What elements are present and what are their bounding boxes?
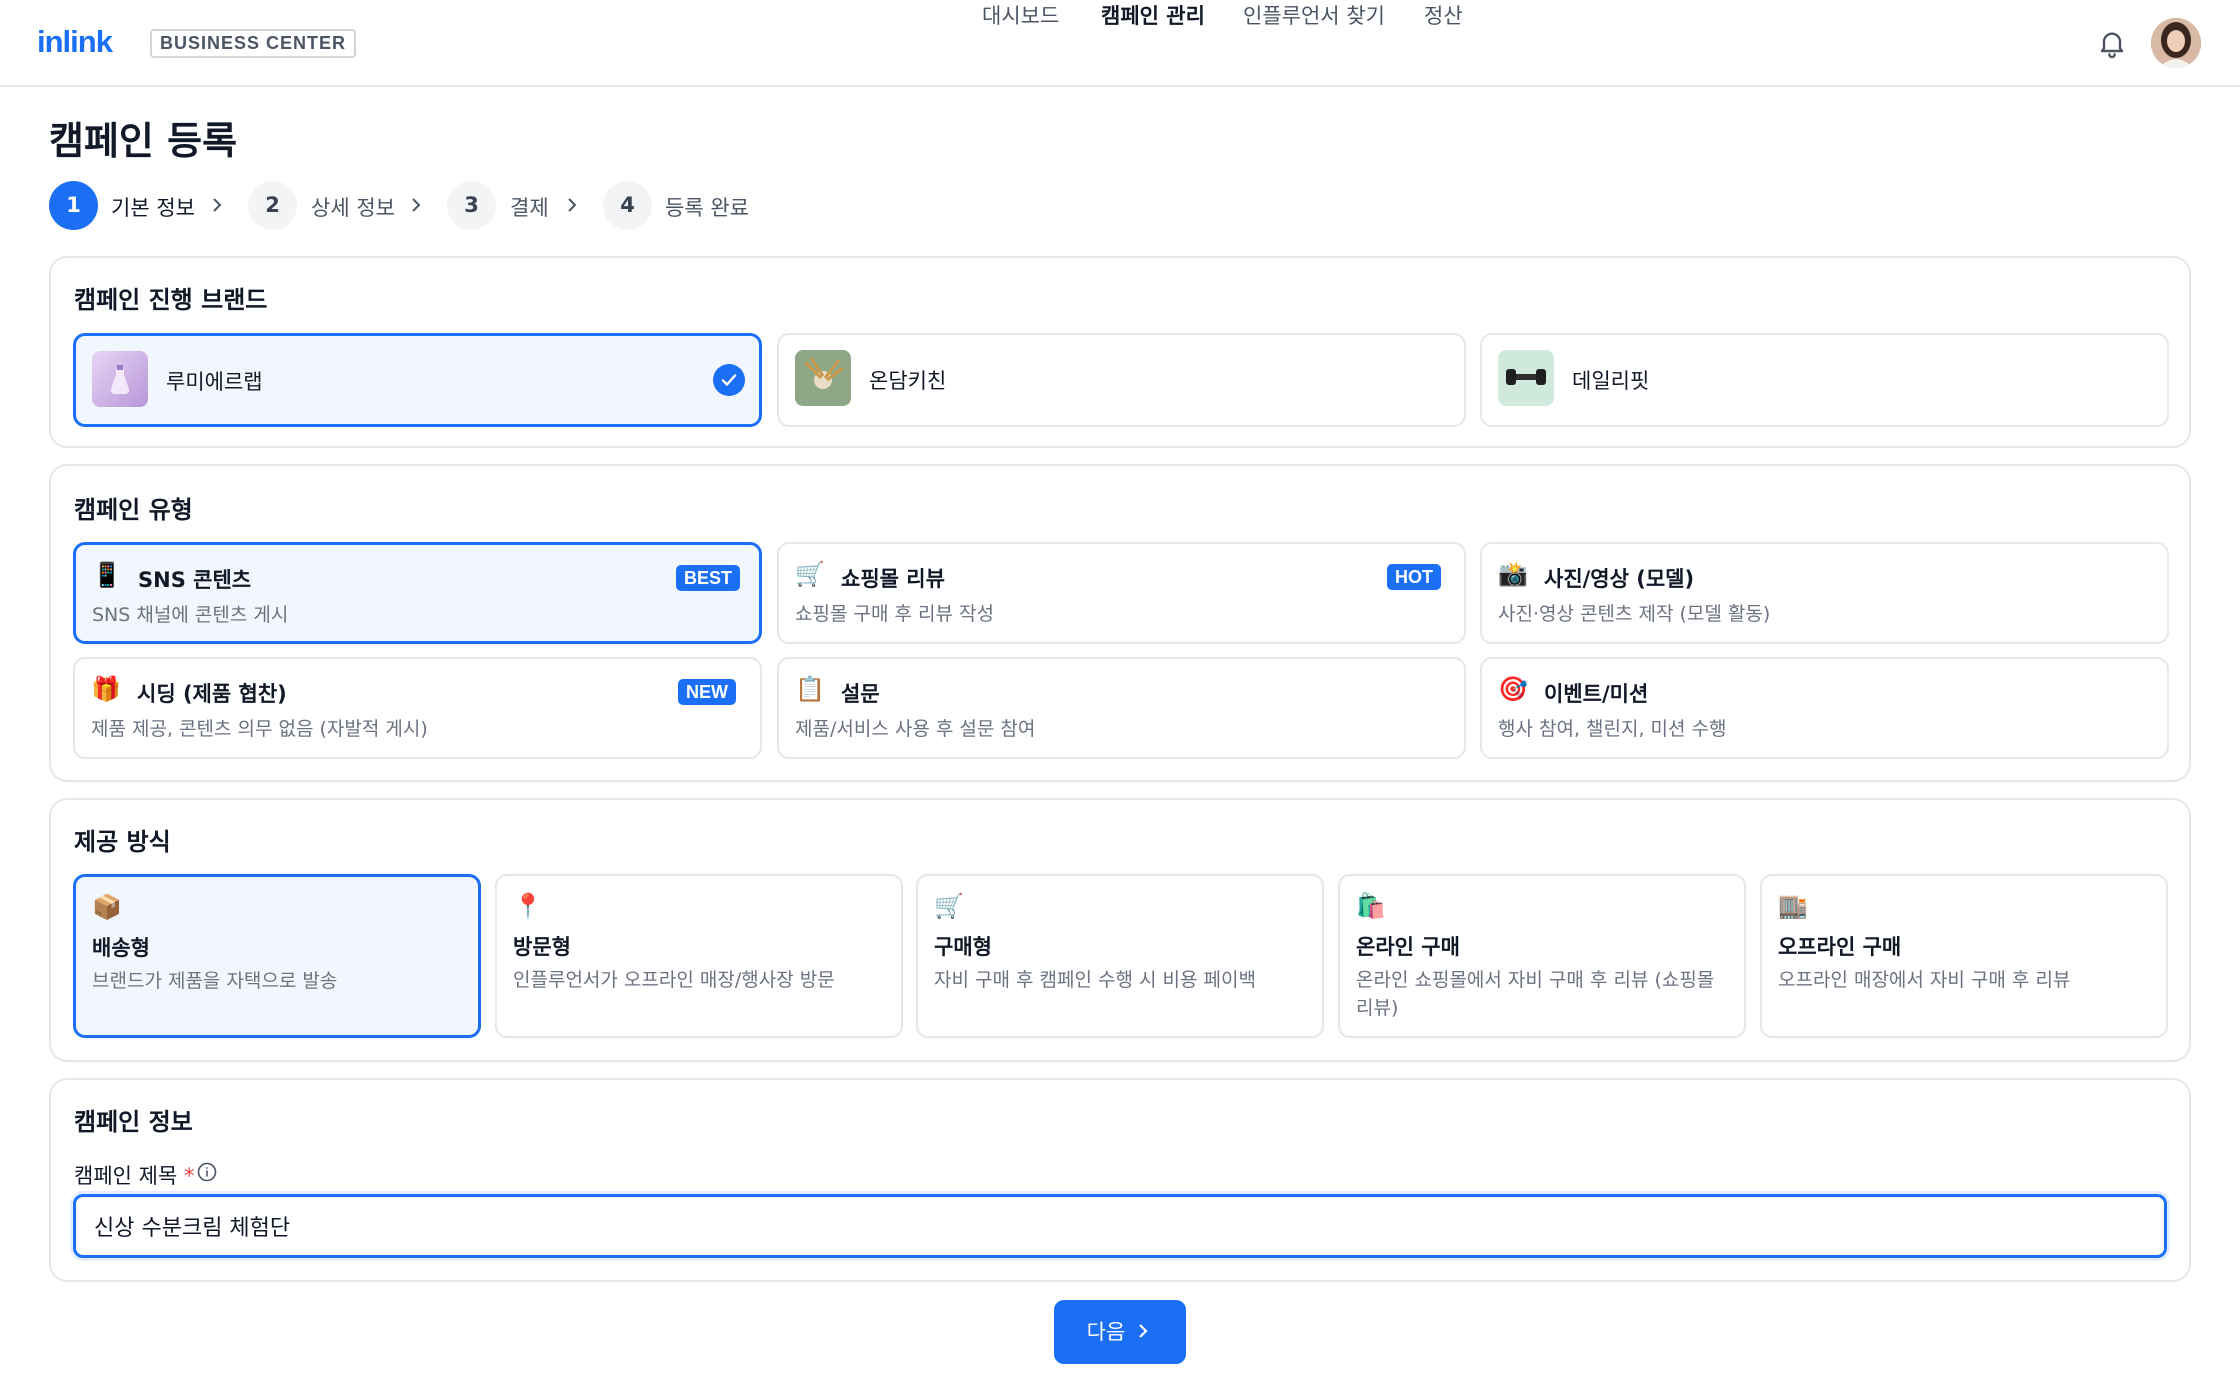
provision-description: 인플루언서가 오프라인 매장/행사장 방문 [513,969,835,991]
provision-card-delivery[interactable]: 📦 배송형 브랜드가 제품을 자택으로 발송 [73,874,481,1038]
nav-campaign-management[interactable]: 캠페인 관리 [1101,0,1205,30]
type-title: 설문 [841,682,880,706]
type-card-sns-content[interactable]: 📱 SNS 콘텐츠 BEST SNS 채널에 콘텐츠 게시 [73,542,762,644]
brand-logo-daily-fit [1498,350,1554,406]
campaign-title-label: 캠페인 제목 * [74,1160,194,1190]
info-icon[interactable] [196,1161,218,1183]
type-description: 행사 참여, 챌린지, 미션 수행 [1498,718,1727,740]
provision-title: 온라인 구매 [1356,935,1460,959]
provision-card-online-purchase[interactable]: 🛍️ 온라인 구매 온라인 쇼핑몰에서 자비 구매 후 리뷰 (쇼핑몰 리뷰) [1338,874,1746,1038]
type-description: SNS 채널에 콘텐츠 게시 [92,604,289,626]
provision-method-section: 제공 방식 📦 배송형 브랜드가 제품을 자택으로 발송 📍 방문형 인플루언서… [49,798,2191,1062]
brand-section: 캠페인 진행 브랜드 루미에르랩 온담키친 데일리핏 [49,256,2191,448]
brand-card-ondam-kitchen[interactable]: 온담키친 [777,333,1466,427]
provision-description: 자비 구매 후 캠페인 수행 시 비용 페이백 [934,969,1256,991]
provision-card-offline-purchase[interactable]: 🏬 오프라인 구매 오프라인 매장에서 자비 구매 후 리뷰 [1760,874,2168,1038]
campaign-type-section: 캠페인 유형 📱 SNS 콘텐츠 BEST SNS 채널에 콘텐츠 게시 🛒 쇼… [49,464,2191,782]
brand-card-daily-fit[interactable]: 데일리핏 [1480,333,2169,427]
brand-section-title: 캠페인 진행 브랜드 [74,286,268,314]
required-mark: * [183,1164,195,1188]
type-description: 사진·영상 콘텐츠 제작 (모델 활동) [1498,603,1771,625]
brand-name: 데일리핏 [1572,369,1650,393]
type-title: 쇼핑몰 리뷰 [841,567,945,591]
next-button-label: 다음 [1086,1320,1126,1344]
location-pin-icon: 📍 [513,892,543,920]
provision-method-title: 제공 방식 [74,828,171,856]
department-store-icon: 🏬 [1778,892,1808,920]
type-title: 시딩 (제품 협찬) [137,682,287,706]
type-description: 제품 제공, 콘텐츠 의무 없음 (자발적 게시) [91,718,428,740]
provision-title: 구매형 [934,935,992,959]
step-2-number: 2 [248,181,297,230]
type-title: 사진/영상 (모델) [1544,567,1695,591]
target-icon: 🎯 [1498,675,1528,703]
campaign-info-title: 캠페인 정보 [74,1108,193,1136]
chevron-right-icon [1139,1324,1148,1338]
type-card-event-mission[interactable]: 🎯 이벤트/미션 행사 참여, 챌린지, 미션 수행 [1480,657,2169,759]
hot-badge: HOT [1387,564,1441,590]
check-icon [713,364,745,396]
business-center-badge: BUSINESS CENTER [150,29,357,58]
type-card-seeding[interactable]: 🎁 시딩 (제품 협찬) NEW 제품 제공, 콘텐츠 의무 없음 (자발적 게… [73,657,762,759]
provision-description: 브랜드가 제품을 자택으로 발송 [92,970,338,992]
nav-dashboard[interactable]: 대시보드 [982,0,1059,30]
nav-find-influencers[interactable]: 인플루언서 찾기 [1243,0,1385,30]
brand-card-lumiere-lab[interactable]: 루미에르랩 [73,333,762,427]
type-card-shopping-review[interactable]: 🛒 쇼핑몰 리뷰 HOT 쇼핑몰 구매 후 리뷰 작성 [777,542,1466,644]
brand-logo-lumiere-lab [92,351,148,407]
campaign-info-section: 캠페인 정보 캠페인 제목 * [49,1078,2191,1282]
chevron-right-icon [412,198,421,212]
chevron-right-icon [568,198,577,212]
gift-icon: 🎁 [91,675,121,703]
type-description: 제품/서비스 사용 후 설문 참여 [795,718,1036,740]
type-title: 이벤트/미션 [1544,682,1649,706]
next-button[interactable]: 다음 [1054,1300,1186,1364]
campaign-type-title: 캠페인 유형 [74,496,193,524]
provision-description: 오프라인 매장에서 자비 구매 후 리뷰 [1778,969,2071,991]
field-label-text: 캠페인 제목 [74,1164,178,1188]
provision-description: 온라인 쇼핑몰에서 자비 구매 후 리뷰 (쇼핑몰 리뷰) [1356,969,1715,1019]
nav-settlement[interactable]: 정산 [1424,0,1463,30]
provision-title: 오프라인 구매 [1778,935,1902,959]
step-1-number: 1 [49,181,98,230]
user-avatar[interactable] [2151,18,2201,68]
type-title: SNS 콘텐츠 [138,568,252,592]
chevron-right-icon [213,198,222,212]
type-description: 쇼핑몰 구매 후 리뷰 작성 [795,603,994,625]
brand-name: 온담키친 [869,369,947,393]
page-title: 캠페인 등록 [49,119,238,163]
step-3-number: 3 [447,181,496,230]
best-badge: BEST [676,565,741,591]
step-2-label: 상세 정보 [311,196,395,220]
mobile-phone-icon: 📱 [92,561,122,589]
shopping-cart-icon: 🛒 [934,892,964,920]
provision-title: 방문형 [513,935,571,959]
type-card-photo-video[interactable]: 📸 사진/영상 (모델) 사진·영상 콘텐츠 제작 (모델 활동) [1480,542,2169,644]
type-card-survey[interactable]: 📋 설문 제품/서비스 사용 후 설문 참여 [777,657,1466,759]
clipboard-icon: 📋 [795,675,825,703]
new-badge: NEW [678,679,736,705]
camera-icon: 📸 [1498,560,1528,588]
provision-card-visit[interactable]: 📍 방문형 인플루언서가 오프라인 매장/행사장 방문 [495,874,903,1038]
brand-logo-ondam-kitchen [795,350,851,406]
top-navigation-bar: inlink BUSINESS CENTER 대시보드 캠페인 관리 인플루언서… [0,0,2240,87]
step-4-label: 등록 완료 [665,196,749,220]
step-4-number: 4 [603,181,652,230]
package-icon: 📦 [92,893,122,921]
bell-icon[interactable] [2096,27,2128,59]
provision-title: 배송형 [92,936,150,960]
brand-name: 루미에르랩 [166,370,263,394]
shopping-bags-icon: 🛍️ [1356,892,1386,920]
inlink-logo[interactable]: inlink [37,24,113,60]
provision-card-purchase[interactable]: 🛒 구매형 자비 구매 후 캠페인 수행 시 비용 페이백 [916,874,1324,1038]
shopping-cart-icon: 🛒 [795,560,825,588]
step-1-label: 기본 정보 [111,196,195,220]
step-3-label: 결제 [510,196,549,220]
campaign-title-input[interactable] [73,1194,2167,1258]
